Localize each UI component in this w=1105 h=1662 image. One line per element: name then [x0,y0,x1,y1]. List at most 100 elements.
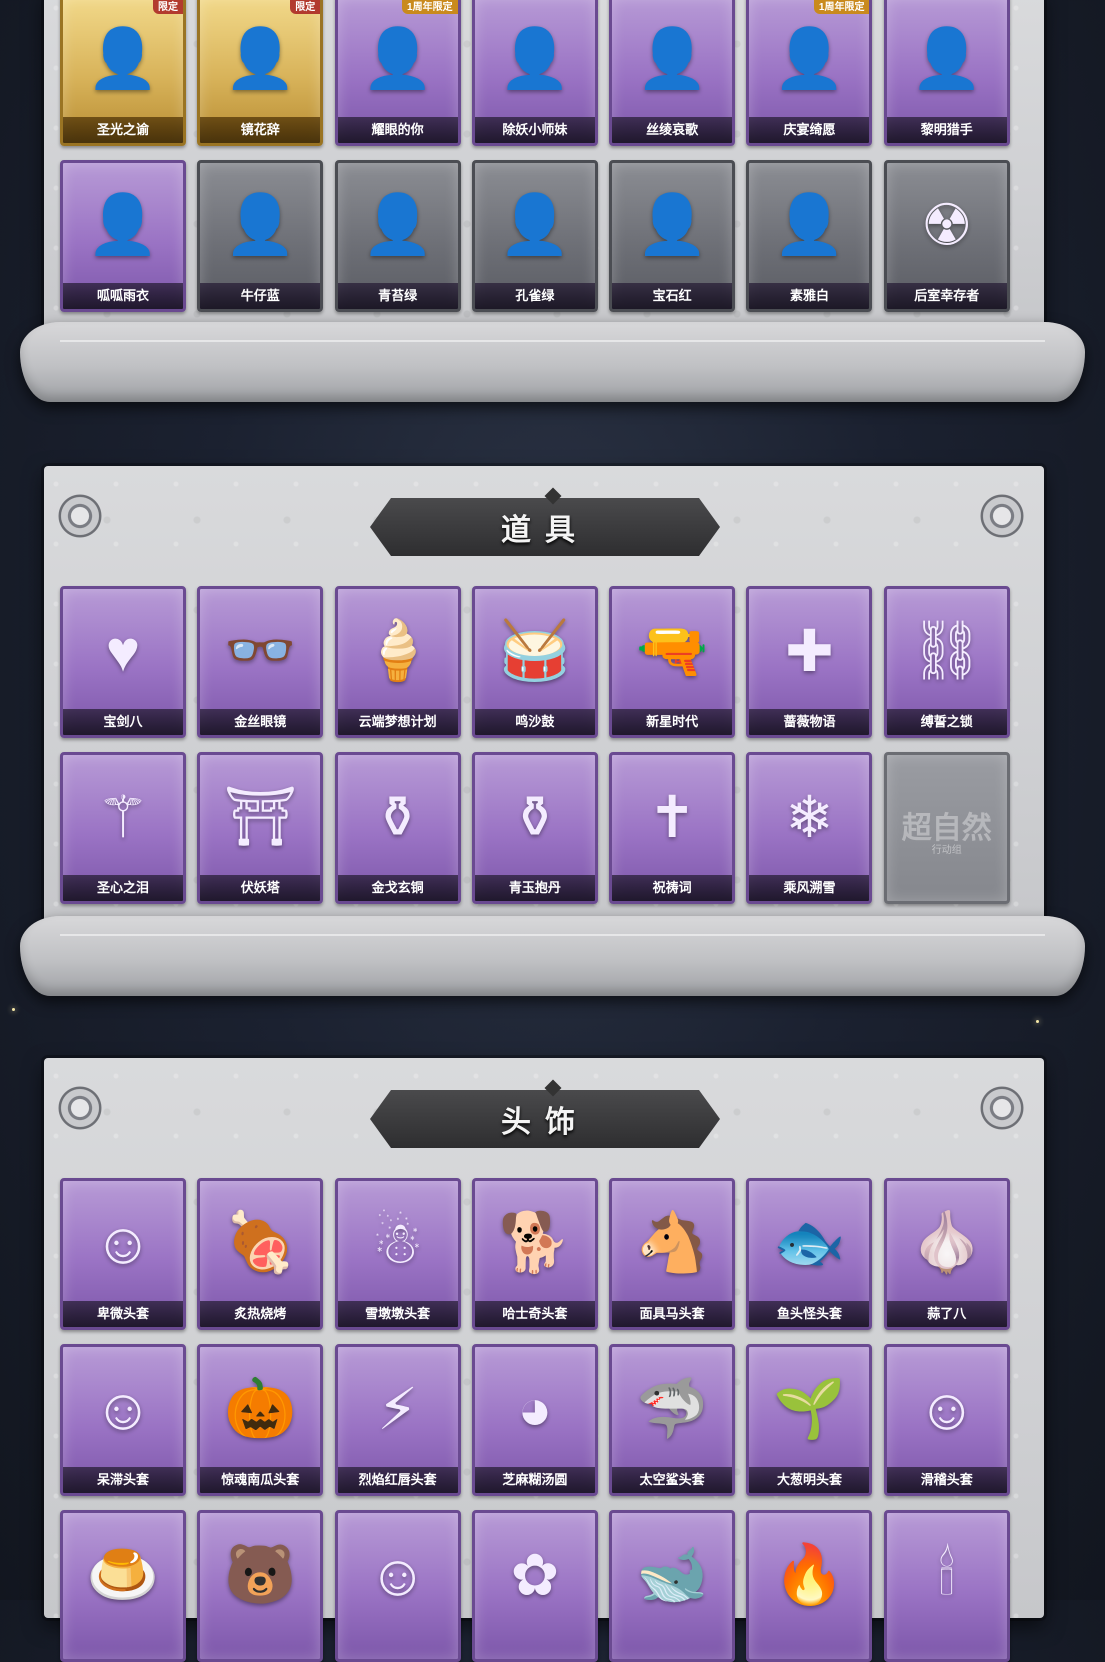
candle-icon: 🕯 [938,1542,956,1607]
grid-outfits: 👤 限定 圣光之谕 👤 限定 镜花辞 👤 1周年限定 耀眼的你 👤 除妖小师妹 👤 丝绫哀歌 👤 1周年限定… [60,0,1010,312]
fire-icon: 🔥 [773,1542,846,1607]
item-card[interactable]: 🧄 蒜了八 [883,1178,1010,1330]
item-card[interactable]: ☢ 后室幸存者 [883,160,1010,312]
item-card[interactable]: 👤 呱呱雨衣 [60,160,186,312]
item-label: 后室幸存者 [886,283,1007,309]
item-card[interactable]: ⛩ 伏妖塔 [197,752,324,904]
item-card[interactable]: 超自然 行动组 [883,752,1010,904]
item-label: 面具马头套 [612,1301,733,1327]
whale-icon: 🐋 [636,1542,709,1607]
item-card[interactable]: 🌱 大葱明头套 [746,1344,873,1496]
item-card[interactable]: ✿ [471,1510,598,1662]
bronze-icon: ⚱ [373,785,422,850]
watermark-sub: 行动组 [931,845,962,856]
limited-badge: 1周年限定 [813,0,870,14]
item-label: 圣心之泪 [63,875,183,901]
item-label: 云端梦想计划 [337,709,458,735]
pikachu-icon: ⚡ [377,1377,418,1442]
bbq-icon: 🍖 [224,1210,297,1275]
item-card[interactable]: ⚱ 青玉抱丹 [471,752,598,904]
item-label: 缚誓之锁 [886,709,1007,735]
item-card[interactable]: 🍮 [60,1510,186,1662]
item-card[interactable]: ☺ 滑稽头套 [883,1344,1010,1496]
item-card[interactable]: 👤 丝绫哀歌 [609,0,736,146]
portrait-icon: 👤 [86,26,160,91]
item-card[interactable]: ⚡ 烈焰红唇头套 [334,1344,461,1496]
item-card[interactable]: ☃ 雪墩墩头套 [334,1178,461,1330]
item-card[interactable]: 🦈 太空鲨头套 [609,1344,736,1496]
item-label: 青苔绿 [337,283,458,309]
grid-headwear: ☺ 卑微头套 🍖 炙热烧烤 ☃ 雪墩墩头套 🐕 哈士奇头套 🐴 面具马头套 🐟 鱼头怪头套 🧄 蒜了八 ☺ 呆… [60,1178,1010,1662]
item-card[interactable]: ☺ 卑微头套 [60,1178,186,1330]
item-label: 宝剑八 [63,709,183,735]
item-label: 雪墩墩头套 [337,1301,458,1327]
fish-icon: 🐟 [773,1210,846,1275]
item-card[interactable]: ⚱ 金戈玄铜 [334,752,461,904]
item-card[interactable]: 🍦 云端梦想计划 [334,586,461,738]
item-card[interactable]: 🔥 [746,1510,873,1662]
item-card[interactable]: 🔫 新星时代 [609,586,736,738]
hazmat-icon: ☢ [920,193,973,258]
portrait-icon: 👤 [224,192,297,257]
item-card[interactable]: 🍖 炙热烧烤 [197,1178,324,1330]
portrait-icon: 👤 [361,192,434,257]
item-card[interactable]: 👤 素雅白 [746,160,873,312]
item-card[interactable]: 🐋 [609,1510,736,1662]
item-label: 丝绫哀歌 [612,117,733,143]
item-card[interactable]: 👤 除妖小师妹 [471,0,598,146]
item-card[interactable]: ❄ 乘风溯雪 [746,752,873,904]
emoji-face-icon: ☺ [917,1376,977,1442]
snow-device-icon: ❄ [785,785,834,850]
item-card[interactable]: 🐟 鱼头怪头套 [746,1178,873,1330]
item-label: 金丝眼镜 [200,709,321,735]
dog-icon: 🐕 [498,1210,571,1275]
portrait-icon: 👤 [498,26,571,91]
item-label: 孔雀绿 [474,283,595,309]
item-card[interactable]: 👤 1周年限定 庆宴绮愿 [746,0,873,146]
bear-icon: 🐻 [224,1542,297,1607]
item-label: 炙热烧烤 [200,1301,321,1327]
item-label: 蒜了八 [886,1301,1007,1327]
item-label: 蔷薇物语 [749,709,870,735]
item-card[interactable]: ⚚ 圣心之泪 [60,752,186,904]
item-card[interactable]: 👤 宝石红 [609,160,736,312]
section-title: 头饰 [501,1105,589,1140]
compass-icon [980,494,1024,538]
grid-props: ♥ 宝剑八 👓 金丝眼镜 🍦 云端梦想计划 🥁 鸣沙鼓 🔫 新星时代 ✚ 蔷薇物语 ⛓ 缚誓之锁 ⚚ 圣心之泪… [60,586,1010,904]
portrait-icon: 👤 [498,192,571,257]
item-card[interactable]: 👤 1周年限定 耀眼的你 [334,0,461,146]
item-card[interactable]: ✝ 祝祷词 [609,752,736,904]
item-card[interactable]: ⛓ 缚誓之锁 [883,586,1010,738]
item-card[interactable]: ✚ 蔷薇物语 [746,586,873,738]
drum-icon: 🥁 [498,618,571,683]
item-card[interactable]: 👤 限定 镜花辞 [197,0,324,146]
item-card[interactable]: 👤 孔雀绿 [471,160,598,312]
item-label: 宝石红 [612,283,733,309]
item-card[interactable]: ◕ 芝麻糊汤圆 [471,1344,598,1496]
item-card[interactable]: 🥁 鸣沙鼓 [471,586,598,738]
compass-icon [58,1086,102,1130]
compass-icon [980,1086,1024,1130]
item-card[interactable]: 👓 金丝眼镜 [197,586,324,738]
item-card[interactable]: 🕯 [883,1510,1010,1662]
item-card[interactable]: 👤 青苔绿 [334,160,461,312]
garlic-icon: 🧄 [910,1210,983,1275]
item-card[interactable]: ☺ [334,1510,461,1662]
item-card[interactable]: 👤 牛仔蓝 [197,160,324,312]
leek-icon: 🌱 [773,1376,846,1441]
item-card[interactable]: 👤 黎明猎手 [883,0,1010,146]
item-card[interactable]: 🐕 哈士奇头套 [471,1178,598,1330]
compass-icon [58,494,102,538]
item-card[interactable]: ☺ 呆滞头套 [60,1344,186,1496]
section-title: 道具 [501,513,589,548]
item-card[interactable]: 🐴 面具马头套 [609,1178,736,1330]
item-card[interactable]: 👤 限定 圣光之谕 [60,0,186,146]
item-label: 伏妖塔 [200,875,321,901]
portrait-icon: 👤 [224,26,297,91]
item-card[interactable]: 🐻 [197,1510,324,1662]
item-label: 除妖小师妹 [474,117,595,143]
pudding-icon: 🍮 [86,1542,160,1607]
item-card[interactable]: 🎃 惊魂南瓜头套 [197,1344,324,1496]
portrait-icon: 👤 [910,26,983,91]
item-card[interactable]: ♥ 宝剑八 [60,586,186,738]
